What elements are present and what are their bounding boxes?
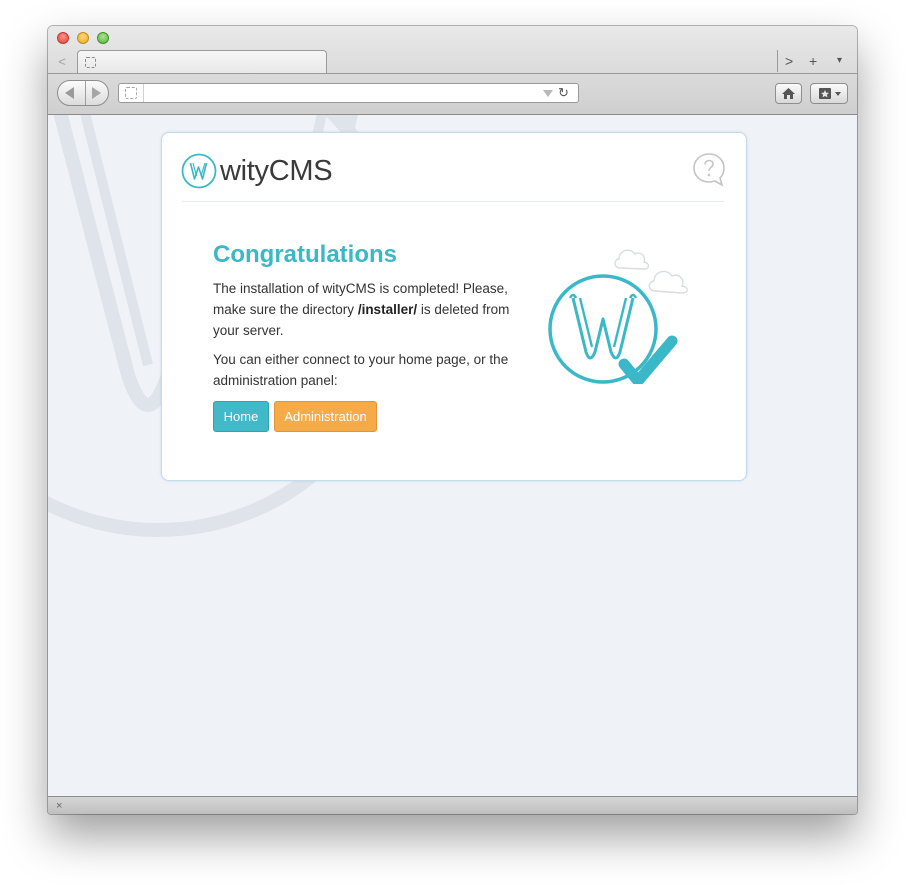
brand-name: wityCMS	[220, 155, 333, 187]
help-bubble-icon[interactable]	[692, 152, 726, 188]
tab-menu-icon[interactable]: ▾	[837, 52, 842, 70]
tab-scroll-right-icon[interactable]: >	[785, 52, 793, 70]
bookmarks-button[interactable]	[810, 83, 848, 104]
tab-controls-divider	[777, 50, 778, 72]
browser-window: < > + ▾ ↻ wityCMS Congratulations The in…	[48, 26, 857, 814]
tab-scroll-left-icon[interactable]: <	[52, 53, 72, 71]
close-window-button[interactable]	[57, 32, 69, 44]
forward-button[interactable]	[85, 81, 108, 105]
home-button[interactable]	[775, 83, 802, 104]
congratulations-card: wityCMS Congratulations The installation…	[161, 132, 747, 481]
tab-strip-divider	[48, 73, 857, 74]
toolbar: ↻	[48, 75, 857, 113]
page-title: Congratulations	[213, 241, 397, 268]
nav-buttons	[57, 80, 109, 106]
wity-badge-icon	[548, 274, 658, 384]
close-statusbar-icon[interactable]: ×	[56, 798, 62, 814]
url-dropdown-icon[interactable]	[543, 90, 553, 97]
installation-message: The installation of wityCMS is completed…	[213, 278, 523, 341]
connect-message: You can either connect to your home page…	[213, 352, 509, 388]
installer-path: /installer/	[357, 302, 418, 317]
address-bar[interactable]: ↻	[118, 83, 579, 103]
cloud-icon	[614, 249, 688, 294]
url-favicon-icon	[125, 87, 137, 99]
bookmarks-icon	[819, 88, 841, 99]
favicon-placeholder-icon	[85, 57, 96, 68]
tab-active[interactable]	[77, 50, 327, 74]
status-bar: ×	[48, 796, 857, 814]
wity-logo-icon	[181, 153, 217, 189]
zoom-window-button[interactable]	[97, 32, 109, 44]
administration-button[interactable]: Administration	[274, 401, 377, 432]
home-icon	[782, 88, 795, 99]
url-input[interactable]	[147, 85, 527, 101]
browser-chrome: < > + ▾ ↻	[48, 26, 857, 115]
card-header-divider	[182, 201, 724, 202]
checkmark-icon	[618, 335, 678, 384]
success-illustration	[548, 249, 688, 384]
new-tab-button[interactable]: +	[809, 52, 817, 70]
back-button[interactable]	[58, 81, 86, 105]
reload-icon[interactable]: ↻	[558, 84, 569, 102]
home-button-link[interactable]: Home	[213, 401, 269, 432]
tab-bar: < > + ▾	[48, 50, 857, 74]
page-content: wityCMS Congratulations The installation…	[48, 115, 857, 796]
url-divider	[143, 84, 144, 102]
minimize-window-button[interactable]	[77, 32, 89, 44]
